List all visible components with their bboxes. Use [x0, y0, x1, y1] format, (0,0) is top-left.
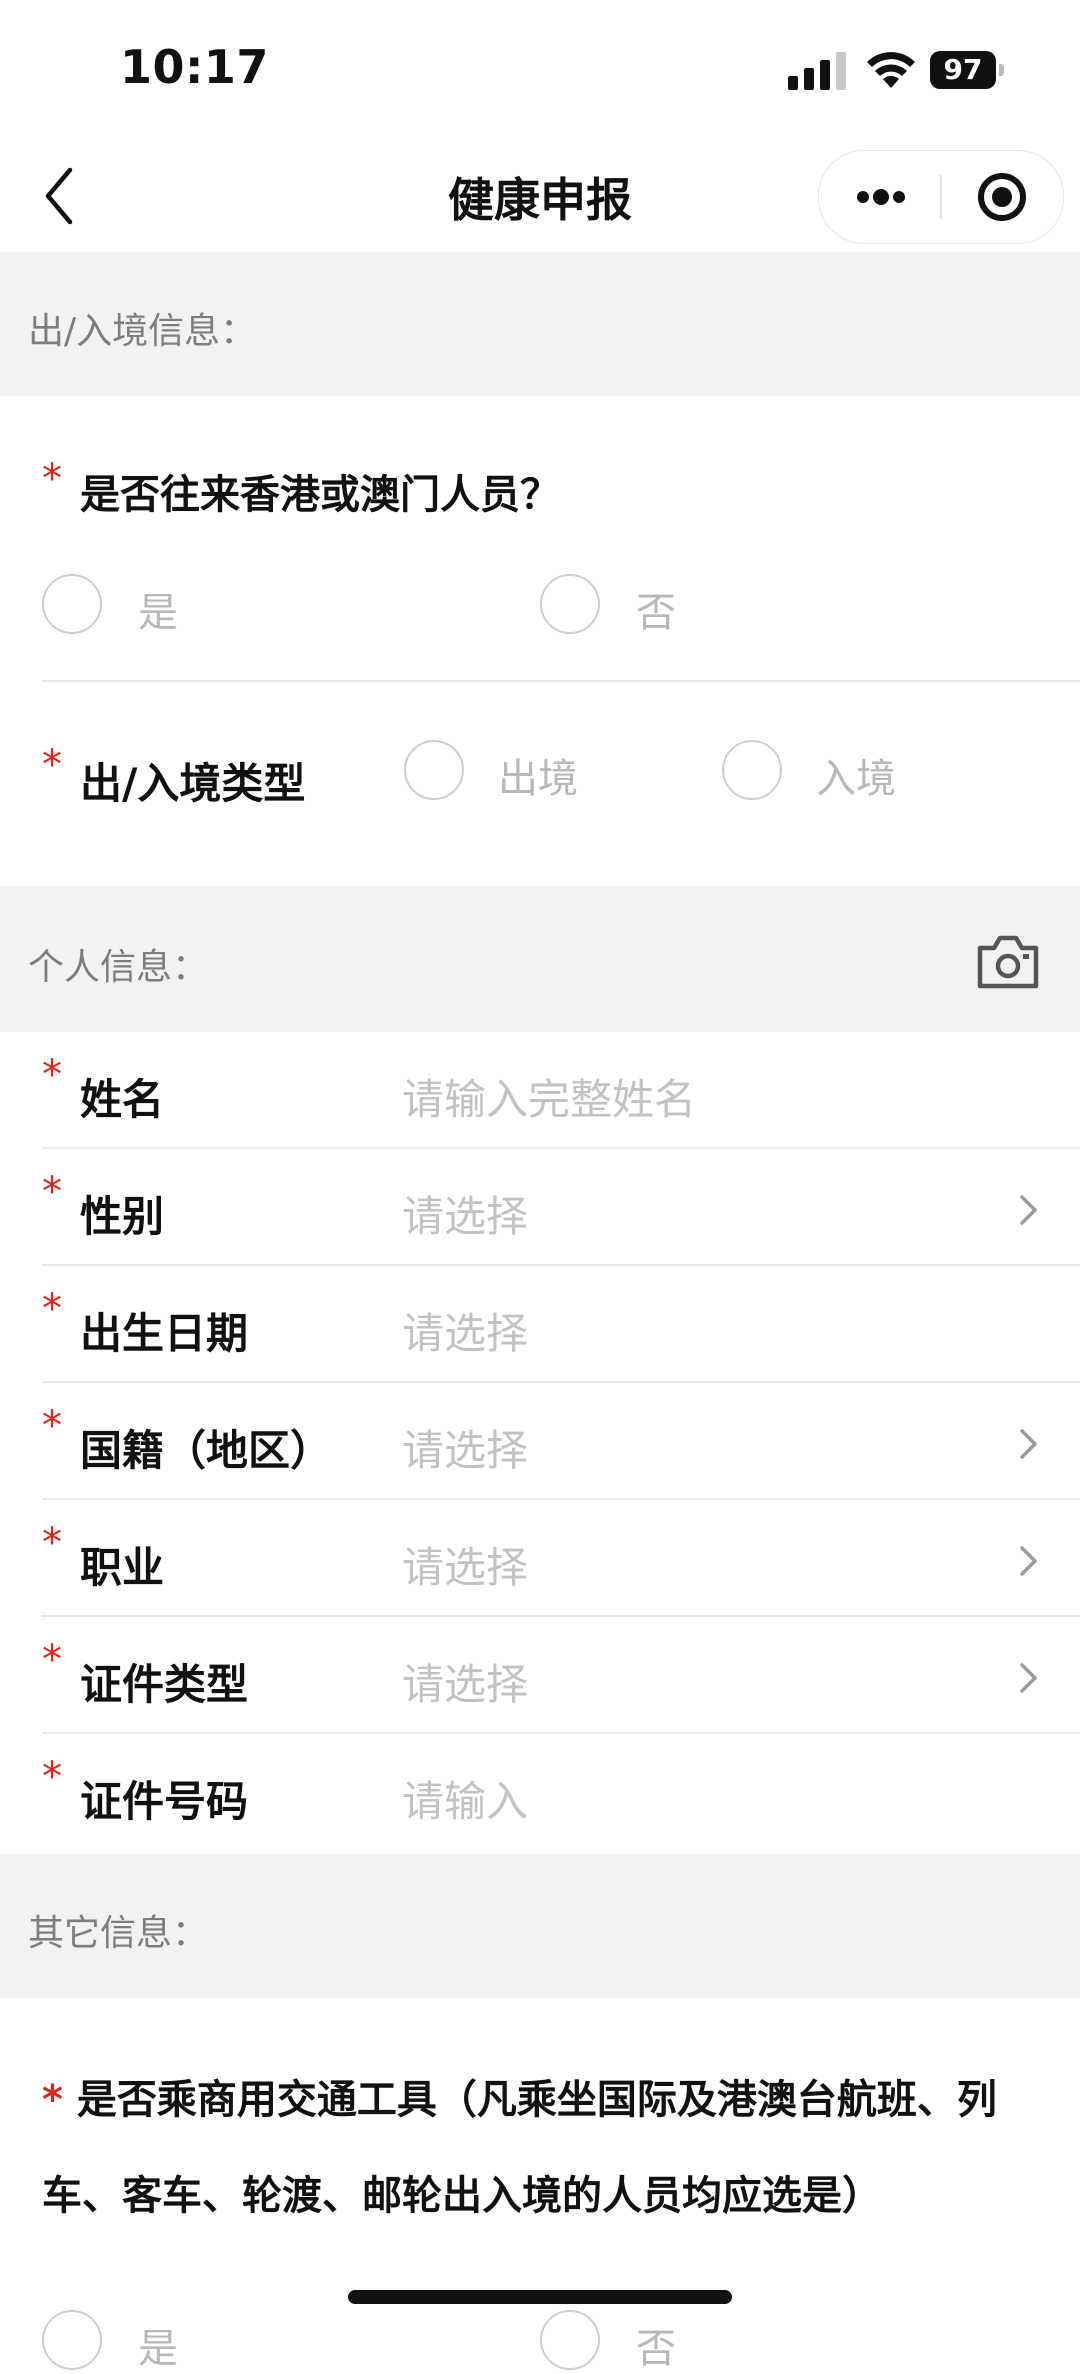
chevron-right-icon: [1020, 1546, 1037, 1576]
required-star: *: [42, 1637, 62, 1683]
required-star: *: [42, 456, 62, 502]
cellular-signal-icon: [788, 52, 846, 90]
id-number-input[interactable]: 请输入: [402, 1768, 528, 1829]
question-hk-macau: 是否往来香港或澳门人员？: [80, 472, 560, 518]
camera-icon[interactable]: [976, 932, 1040, 990]
section-personal-info: 个人信息：: [0, 886, 1080, 1032]
required-star: *: [42, 2077, 63, 2123]
form-row-id-number[interactable]: * 证件号码 请输入: [0, 1734, 1080, 1851]
section-other-info: 其它信息：: [0, 1854, 1080, 1998]
radio-exit[interactable]: [404, 740, 464, 800]
more-icon[interactable]: [819, 151, 939, 243]
radio-label-entry: 入境: [816, 756, 896, 802]
radio-label-yes: 是: [138, 590, 178, 636]
question-entry-type: 出/入境类型: [80, 759, 306, 808]
section-title: 其它信息：: [28, 1913, 209, 1954]
field-label: 姓名: [80, 1075, 165, 1124]
mini-program-capsule: [818, 150, 1064, 244]
wifi-icon: [867, 52, 915, 88]
battery-icon: 97: [930, 51, 1004, 89]
radio-label-yes: 是: [138, 2326, 178, 2372]
required-star: *: [42, 1520, 62, 1566]
required-star: *: [42, 1286, 62, 1332]
close-mini-program-icon[interactable]: [943, 151, 1061, 243]
divider: [42, 680, 1080, 682]
field-label: 证件号码: [80, 1777, 249, 1826]
radio-label-no: 否: [636, 590, 676, 636]
chevron-right-icon: [1020, 1429, 1037, 1459]
gender-select[interactable]: 请选择: [402, 1183, 528, 1244]
home-indicator: [348, 2290, 732, 2304]
required-star: *: [42, 742, 62, 788]
chevron-right-icon: [1020, 1195, 1037, 1225]
radio-entry[interactable]: [722, 740, 782, 800]
required-star: *: [42, 1403, 62, 1449]
form-row-nationality[interactable]: * 国籍（地区） 请选择: [0, 1383, 1080, 1500]
chevron-right-icon: [1020, 1663, 1037, 1693]
nav-bar: 健康申报: [0, 140, 1080, 252]
radio-transport-yes[interactable]: [42, 2310, 102, 2370]
occupation-select[interactable]: 请选择: [402, 1534, 528, 1595]
radio-label-exit: 出境: [498, 756, 578, 802]
radio-label-no: 否: [636, 2326, 676, 2372]
form-row-birthdate[interactable]: * 出生日期 请选择: [0, 1266, 1080, 1383]
section-entry-info: 出/入境信息：: [0, 252, 1080, 396]
field-label: 证件类型: [80, 1660, 249, 1709]
field-label: 出生日期: [80, 1309, 249, 1358]
section-title: 出/入境信息：: [28, 311, 257, 352]
form-row-id-type[interactable]: * 证件类型 请选择: [0, 1617, 1080, 1734]
required-star: *: [42, 1754, 62, 1800]
birthdate-select[interactable]: 请选择: [402, 1300, 528, 1361]
status-time: 10:17: [120, 40, 269, 94]
nationality-select[interactable]: 请选择: [402, 1417, 528, 1478]
field-label: 职业: [80, 1543, 165, 1592]
form-row-name[interactable]: * 姓名 请输入完整姓名: [0, 1032, 1080, 1149]
name-input[interactable]: 请输入完整姓名: [402, 1066, 696, 1127]
form-row-occupation[interactable]: * 职业 请选择: [0, 1500, 1080, 1617]
radio-transport-no[interactable]: [540, 2310, 600, 2370]
capsule-divider: [940, 175, 942, 219]
section-title: 个人信息：: [28, 947, 209, 988]
field-label: 性别: [80, 1192, 165, 1241]
question-text: 是否乘商用交通工具（凡乘坐国际及港澳台航班、列车、客车、轮渡、邮轮出入境的人员均…: [42, 2077, 997, 2219]
id-type-select[interactable]: 请选择: [402, 1651, 528, 1712]
battery-level: 97: [930, 51, 996, 89]
question-commercial-transport: * 是否乘商用交通工具（凡乘坐国际及港澳台航班、列车、客车、轮渡、邮轮出入境的人…: [42, 2052, 1052, 2244]
form-row-gender[interactable]: * 性别 请选择: [0, 1149, 1080, 1266]
field-label: 国籍（地区）: [80, 1426, 333, 1475]
required-star: *: [42, 1169, 62, 1215]
required-star: *: [42, 1052, 62, 1098]
status-bar: 10:17 97: [0, 0, 1080, 140]
radio-hk-macau-yes[interactable]: [42, 574, 102, 634]
radio-hk-macau-no[interactable]: [540, 574, 600, 634]
